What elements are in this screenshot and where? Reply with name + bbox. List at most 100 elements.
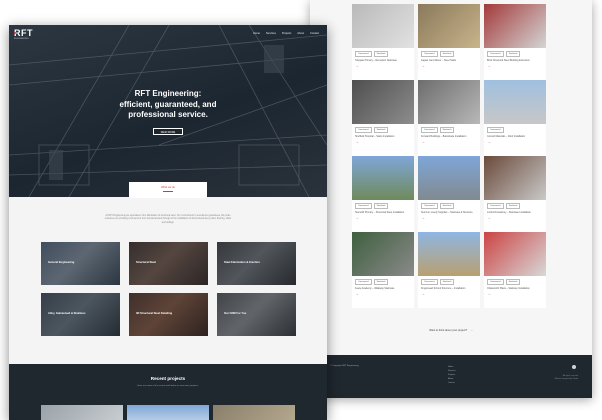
project-card[interactable]: Commercial Steelwork Sheffield Hospital – … xyxy=(352,80,414,156)
nav-services[interactable]: Services xyxy=(266,32,276,35)
arrow-right-icon[interactable]: → xyxy=(352,290,414,296)
project-photo[interactable] xyxy=(418,4,480,48)
project-tag[interactable]: Commercial xyxy=(355,51,372,57)
project-photo[interactable] xyxy=(418,80,480,124)
project-tag[interactable]: Commercial xyxy=(421,203,438,209)
project-photo[interactable] xyxy=(352,4,414,48)
project-card[interactable]: Commercial Steelwork Summer Lovely Supplie… xyxy=(418,156,480,232)
back-page-screenshot: Commercial Steelwork Telsgate Primary – Re… xyxy=(310,0,592,398)
hero-title-line: RFT Engineering: xyxy=(134,89,202,98)
project-tag[interactable]: Steelwork xyxy=(373,127,389,133)
project-photo[interactable] xyxy=(484,80,546,124)
service-card-fabrication-erection[interactable]: Steel Fabrication & Erection xyxy=(217,242,296,285)
project-tags: Commercial Steelwork xyxy=(352,276,414,285)
project-card[interactable]: Commercial Steelwork Stonehill Primary – S… xyxy=(352,156,414,232)
main-nav: Home Services Projects About Contact xyxy=(253,32,319,35)
what-we-do-label: What we do xyxy=(161,186,175,189)
logo-subtitle: ENGINEERING xyxy=(14,38,29,40)
footer-right-text: All rights reserved Website designed by … xyxy=(542,375,578,381)
arrow-right-icon[interactable]: → xyxy=(418,62,480,68)
project-tag[interactable]: Steelwork xyxy=(373,51,389,57)
project-photo[interactable] xyxy=(418,232,480,276)
service-label: Steel Fabrication & Erection xyxy=(224,261,260,264)
project-photo[interactable] xyxy=(484,232,546,276)
project-tag[interactable]: Steelwork xyxy=(505,203,521,209)
arrow-right-icon[interactable]: → xyxy=(352,138,414,144)
project-tag[interactable]: Commercial xyxy=(487,51,504,57)
intro-text: At RFT Engineering we specialise in the … xyxy=(104,215,232,224)
read-more-button[interactable]: READ MORE xyxy=(153,128,183,135)
project-tag[interactable]: Steelwork xyxy=(439,51,455,57)
project-tag[interactable]: Commercial xyxy=(487,127,504,133)
project-tag[interactable]: Commercial xyxy=(355,127,372,133)
project-photo[interactable] xyxy=(352,156,414,200)
project-photo[interactable] xyxy=(352,80,414,124)
service-card-alloy-galvanised[interactable]: Alloy, Galvanised & Stainless xyxy=(41,293,120,336)
arrow-right-icon[interactable]: → xyxy=(418,290,480,296)
project-photo[interactable] xyxy=(352,232,414,276)
project-card[interactable]: Commercial Steelwork Jaguar Land Rover – S… xyxy=(418,4,480,80)
project-tag[interactable]: Commercial xyxy=(421,279,438,285)
nav-about[interactable]: About xyxy=(297,32,304,35)
project-tags: Commercial Steelwork xyxy=(352,48,414,57)
project-tag[interactable]: Steelwork xyxy=(439,127,455,133)
service-card-3d-detailing[interactable]: 3D Structural Steel Detailing xyxy=(129,293,208,336)
recent-project-thumbnail[interactable] xyxy=(127,405,209,420)
nav-home[interactable]: Home xyxy=(253,32,260,35)
project-tag[interactable]: Commercial xyxy=(421,51,438,57)
project-tag[interactable]: Steelwork xyxy=(373,279,389,285)
project-card[interactable]: Commercial Steelwork Keele Academy – Walkw… xyxy=(352,232,414,308)
service-label: General Engineering xyxy=(48,261,75,264)
nav-contact[interactable]: Contact xyxy=(310,32,319,35)
recent-project-thumbnail[interactable] xyxy=(41,405,123,420)
arrow-right-icon[interactable]: → xyxy=(352,214,414,220)
project-card[interactable]: Commercial Steelwork Brick Structural Stee… xyxy=(484,4,546,80)
arrow-right-icon[interactable]: → xyxy=(484,290,546,296)
project-card[interactable]: Commercial Steelwork Forward Buildings – B… xyxy=(418,80,480,156)
arrow-right-icon[interactable]: → xyxy=(484,138,546,144)
arrow-right-icon[interactable]: → xyxy=(418,214,480,220)
project-cta[interactable]: Want to think about your project? → xyxy=(310,329,592,332)
project-tag[interactable]: Commercial xyxy=(487,279,504,285)
footer-link[interactable]: Contact xyxy=(448,381,456,385)
project-tags: Commercial xyxy=(484,124,546,133)
recent-project-thumbnail[interactable] xyxy=(213,405,295,420)
project-tags: Commercial Steelwork xyxy=(484,276,546,285)
project-card[interactable]: Commercial Steelwork Chatsworth Plaza – St… xyxy=(484,232,546,308)
project-cta-text: Want to think about your project? xyxy=(429,329,468,332)
project-tag[interactable]: Commercial xyxy=(355,203,372,209)
arrow-right-icon[interactable]: → xyxy=(352,62,414,68)
logo[interactable]: RFT xyxy=(14,28,33,38)
project-card[interactable]: Commercial Steelwork Loshmill Academy – St… xyxy=(484,156,546,232)
logo-dot-icon xyxy=(14,32,16,34)
project-tags: Commercial Steelwork xyxy=(418,200,480,209)
project-caption[interactable]: Summer Lovely Supplies – Staircase & Str… xyxy=(418,209,480,214)
project-card[interactable]: Commercial Ground Materials – Roof Instal… xyxy=(484,80,546,156)
social-icon[interactable] xyxy=(572,365,576,369)
service-card-cdm[interactable]: Our CDM For You xyxy=(217,293,296,336)
service-label: 3D Structural Steel Detailing xyxy=(136,312,173,315)
project-card[interactable]: Commercial Steelwork Telsgate Primary – Re… xyxy=(352,4,414,80)
service-card-structural-steel[interactable]: Structural Steel xyxy=(129,242,208,285)
project-tag[interactable]: Steelwork xyxy=(505,279,521,285)
arrow-right-icon[interactable]: → xyxy=(418,138,480,144)
project-tag[interactable]: Steelwork xyxy=(439,279,455,285)
service-card-general-engineering[interactable]: General Engineering xyxy=(41,242,120,285)
arrow-right-icon[interactable]: → xyxy=(484,62,546,68)
hero-title-line: efficient, guaranteed, and xyxy=(119,99,217,109)
footer-right-line: Website designed by Studio xyxy=(554,378,578,380)
project-tag[interactable]: Commercial xyxy=(355,279,372,285)
project-photo[interactable] xyxy=(484,156,546,200)
project-tag[interactable]: Commercial xyxy=(487,203,504,209)
arrow-right-icon[interactable]: → xyxy=(484,214,546,220)
project-tag[interactable]: Steelwork xyxy=(505,51,521,57)
what-we-do-tab[interactable]: What we do xyxy=(129,182,207,198)
project-tag[interactable]: Steelwork xyxy=(373,203,389,209)
project-photo[interactable] xyxy=(484,4,546,48)
nav-projects[interactable]: Projects xyxy=(282,32,291,35)
project-card[interactable]: Commercial Steelwork Kingsmead School Stru… xyxy=(418,232,480,308)
project-tag[interactable]: Commercial xyxy=(421,127,438,133)
project-tag[interactable]: Steelwork xyxy=(439,203,455,209)
project-photo[interactable] xyxy=(418,156,480,200)
recent-projects-title: Recent projects xyxy=(150,376,186,381)
